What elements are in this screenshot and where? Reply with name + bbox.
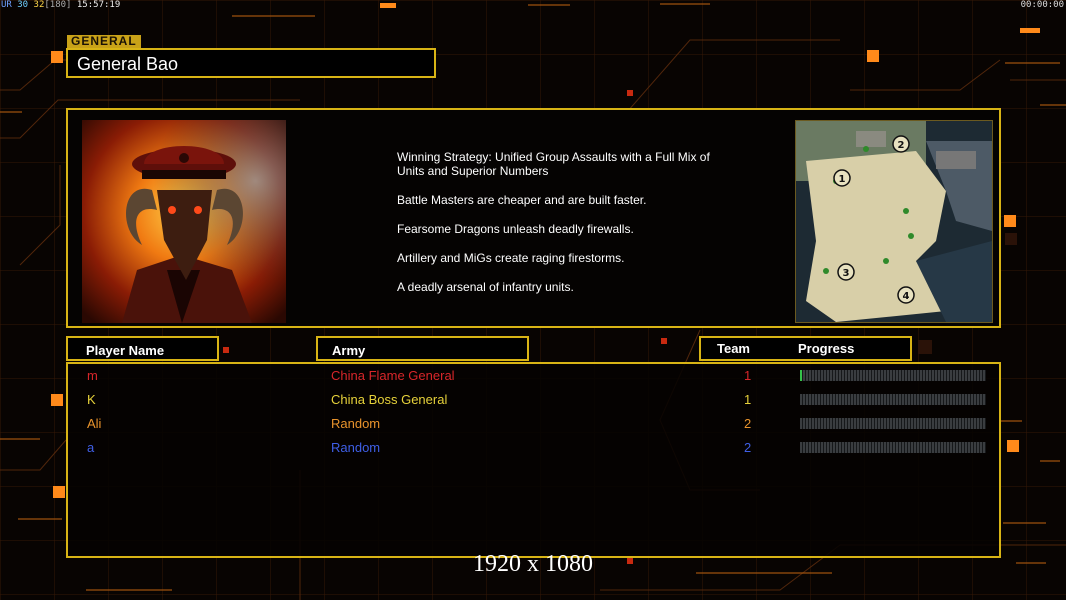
player-team: 1 (744, 368, 752, 383)
map-preview: 1 2 3 4 (795, 120, 993, 323)
player-row: Ali Random 2 (68, 414, 1003, 434)
header-player-name: Player Name (66, 336, 219, 361)
player-army: China Flame General (331, 368, 455, 383)
player-progress-bar (800, 370, 986, 381)
header-player-name-label: Player Name (86, 343, 165, 358)
hud-stat-c: [180] (44, 0, 72, 10)
resolution-label: 1920 x 1080 (473, 551, 593, 577)
header-team-label: Team (717, 341, 750, 356)
general-description: Winning Strategy: Unified Group Assaults… (397, 150, 717, 309)
player-progress-bar (800, 394, 986, 405)
general-portrait (82, 120, 286, 323)
player-army: China Boss General (331, 392, 448, 407)
description-line: Winning Strategy: Unified Group Assaults… (397, 150, 710, 178)
player-list: m China Flame General 1 K China Boss Gen… (66, 362, 1001, 558)
hud-prefix: UR (1, 0, 12, 10)
hud-stat-a: 30 (17, 0, 29, 10)
hud-timer: 00:00:00 (1020, 0, 1064, 10)
header-army-label: Army (332, 343, 366, 358)
hud-stat-b: 32 (33, 0, 45, 10)
map-start-position: 2 (898, 140, 905, 151)
player-army: Random (331, 416, 381, 431)
map-start-position: 3 (843, 268, 850, 279)
description-line: A deadly arsenal of infantry units. (397, 280, 574, 294)
player-row: K China Boss General 1 (68, 390, 1003, 410)
player-row: a Random 2 (68, 438, 1003, 458)
player-team: 1 (744, 392, 752, 407)
map-start-position: 1 (839, 174, 846, 185)
map-start-position: 4 (903, 291, 910, 302)
player-team: 2 (744, 440, 752, 455)
description-line: Artillery and MiGs create raging firesto… (397, 251, 625, 265)
header-team-progress: Team Progress (699, 336, 912, 361)
general-info-panel: Winning Strategy: Unified Group Assaults… (66, 108, 1001, 328)
player-army: Random (331, 440, 381, 455)
player-row: m China Flame General 1 (68, 366, 1003, 386)
header-army: Army (316, 336, 529, 361)
hud-stats: UR 30 32[180] 15:57:19 (1, 0, 120, 10)
general-name-box: General Bao (66, 48, 436, 78)
description-line: Fearsome Dragons unleash deadly firewall… (397, 222, 634, 236)
player-name: a (87, 440, 95, 455)
description-line: Battle Masters are cheaper and are built… (397, 193, 647, 207)
player-name: Ali (87, 416, 102, 431)
general-name: General Bao (77, 54, 179, 74)
general-category-label: GENERAL (67, 35, 141, 48)
player-name: K (87, 392, 96, 407)
progress-fill (800, 370, 802, 381)
hud-clock: 15:57:19 (76, 0, 121, 10)
header-progress-label: Progress (798, 341, 855, 356)
player-progress-bar (800, 442, 986, 453)
player-name: m (87, 368, 98, 383)
player-team: 2 (744, 416, 752, 431)
player-progress-bar (800, 418, 986, 429)
